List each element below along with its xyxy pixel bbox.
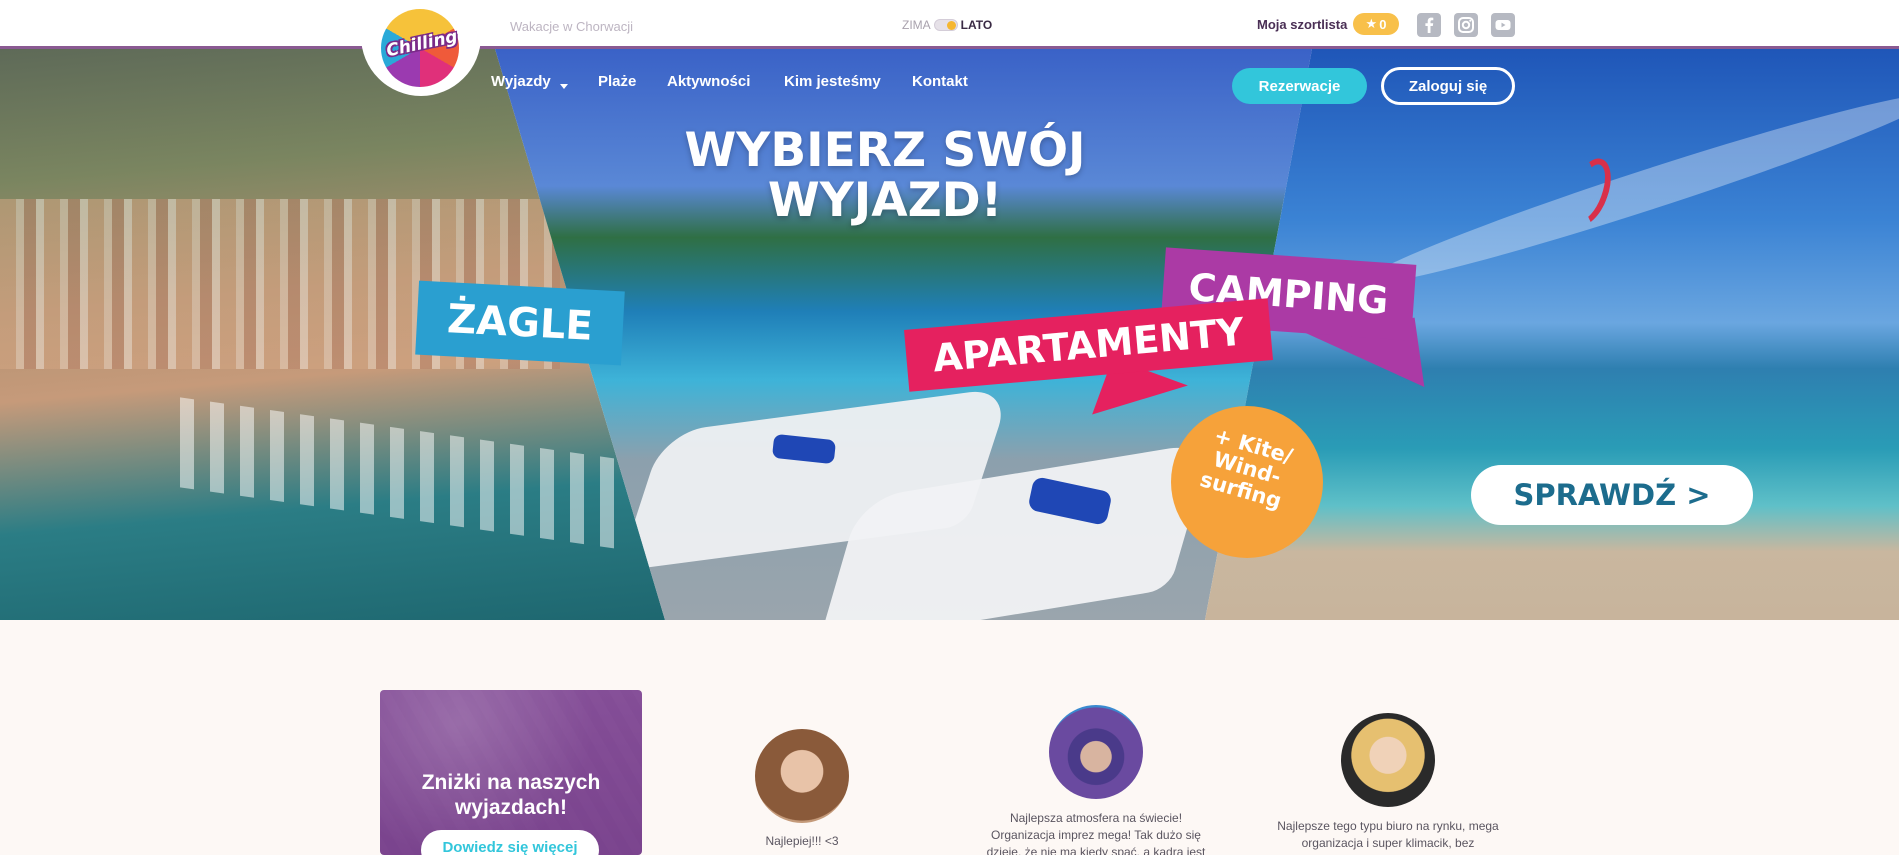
check-button[interactable]: SPRAWDŹ > bbox=[1471, 465, 1753, 525]
instagram-icon[interactable] bbox=[1454, 13, 1478, 37]
season-toggle[interactable] bbox=[933, 19, 958, 31]
testimonial-text: Najlepsza atmosfera na świecie! Organiza… bbox=[986, 811, 1206, 855]
cloud-streak bbox=[1358, 77, 1899, 301]
avatar bbox=[755, 729, 849, 823]
shortlist-count: 0 bbox=[1379, 16, 1387, 32]
discount-promo-card: Zniżki na naszych wyjazdach! Dowiedz się… bbox=[380, 690, 642, 855]
star-icon: ★ bbox=[1365, 16, 1378, 31]
avatar bbox=[1341, 713, 1435, 807]
nav-item-about[interactable]: Kim jesteśmy bbox=[784, 73, 881, 90]
testimonial-text: Najlepsze tego typu biuro na rynku, mega… bbox=[1277, 819, 1499, 850]
login-button[interactable]: Zaloguj się bbox=[1381, 67, 1515, 105]
avatar bbox=[1049, 705, 1143, 799]
tagline: Wakacje w Chorwacji bbox=[510, 19, 634, 34]
season-switch[interactable]: ZIMA LATO bbox=[902, 18, 992, 32]
facebook-icon[interactable] bbox=[1417, 13, 1441, 37]
hero-title: WYBIERZ SWÓJ WYJAZD! bbox=[684, 123, 1086, 228]
tag-sailing[interactable]: ŻAGLE bbox=[415, 280, 625, 366]
learn-more-button[interactable]: Dowiedz się więcej bbox=[421, 830, 599, 855]
top-bar: Wakacje w Chorwacji ZIMA LATO Moja szort… bbox=[0, 0, 1899, 49]
nav-item-activities[interactable]: Aktywności bbox=[667, 73, 750, 90]
reservation-button[interactable]: Rezerwacje bbox=[1232, 68, 1367, 104]
testimonial-text: Najlepiej!!! <3 bbox=[765, 834, 839, 848]
season-summer-label: LATO bbox=[960, 18, 993, 32]
chevron-down-icon[interactable] bbox=[560, 84, 568, 89]
promo-title: Zniżki na naszych wyjazdach! bbox=[421, 771, 601, 819]
shortlist-link[interactable]: Moja szortlista bbox=[1257, 17, 1347, 32]
shortlist-count-badge[interactable]: ★ 0 bbox=[1353, 13, 1399, 35]
nav-item-trips[interactable]: Wyjazdy bbox=[491, 73, 551, 90]
nav-item-contact[interactable]: Kontakt bbox=[912, 73, 968, 90]
nav-item-beaches[interactable]: Plaże bbox=[598, 73, 636, 90]
harbor-boats bbox=[180, 397, 630, 551]
toggle-knob bbox=[946, 21, 956, 30]
youtube-icon[interactable] bbox=[1491, 13, 1515, 37]
season-winter-label: ZIMA bbox=[902, 18, 931, 32]
